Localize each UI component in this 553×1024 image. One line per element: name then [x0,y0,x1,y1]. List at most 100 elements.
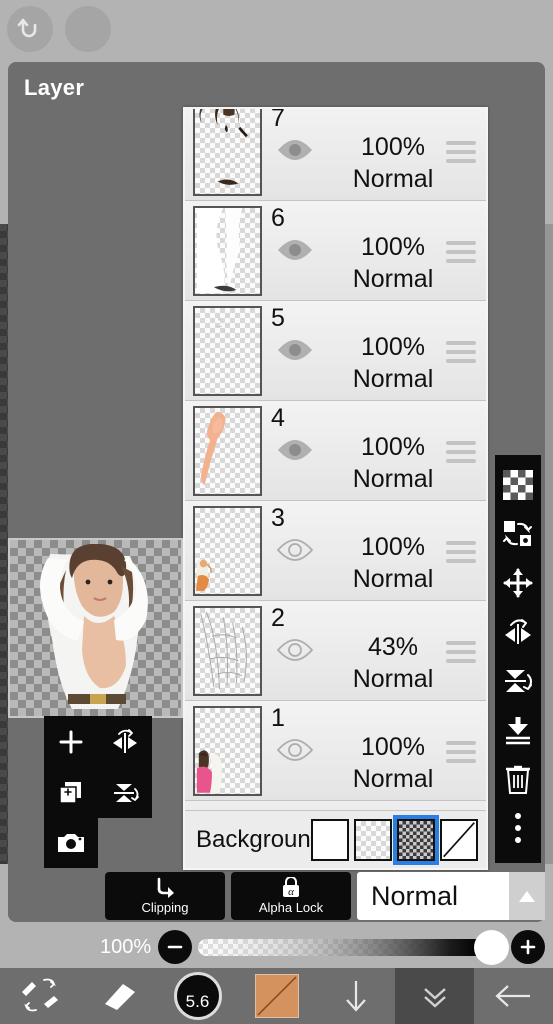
layer-number: 4 [271,404,285,432]
eye-visible-icon [278,440,312,460]
blend-mode-value: Normal [371,880,459,911]
opacity-increase-button[interactable] [511,930,545,964]
layer-visibility-toggle[interactable] [275,637,315,663]
plus-icon [520,939,536,955]
background-swatch-transparent-slash[interactable] [440,819,478,861]
blend-mode-select[interactable]: Normal [357,872,545,920]
bottom-toolbar[interactable]: 5.6 [0,968,553,1024]
layer-thumbnail-art [195,109,260,194]
layer-thumbnail[interactable] [193,406,262,496]
brush-size-button[interactable]: 5.6 [158,968,237,1024]
collapse-panel-button[interactable] [395,968,474,1024]
layer-thumbnail-art [195,608,260,694]
back-button[interactable] [474,968,553,1024]
layer-drag-handle[interactable] [446,141,476,168]
flip-horizontal-button[interactable] [98,716,152,767]
layer-number: 6 [271,204,285,232]
navigator-preview[interactable] [8,538,183,718]
background-swatch-dark-checker[interactable] [393,815,439,865]
layer-visibility-toggle[interactable] [275,537,315,563]
duplicate-layer-button[interactable] [44,767,98,818]
move-button[interactable] [498,564,538,608]
layer-list-panel[interactable]: 7 100% Normal 6 100% Normal 5 100% Normal 4 100% No… [183,107,488,870]
camera-button[interactable] [44,818,98,868]
layer-row[interactable]: 1 100% Normal [185,701,486,801]
layer-thumbnail[interactable] [193,506,262,596]
clipping-button[interactable]: Clipping [105,872,225,920]
layer-visibility-toggle[interactable] [275,437,315,463]
minus-icon [167,945,183,949]
eraser-button[interactable] [79,968,158,1024]
alpha-lock-button[interactable]: α Alpha Lock [231,872,351,920]
navigator-artwork [40,544,148,709]
layer-drag-handle[interactable] [446,541,476,568]
background-row[interactable]: Background [185,810,486,868]
layer-drag-handle[interactable] [446,241,476,268]
layer-opacity-value: 43% [367,633,419,661]
opacity-slider[interactable] [198,929,509,965]
layer-row[interactable]: 5 100% Normal [185,301,486,401]
layer-visibility-toggle[interactable] [275,337,315,363]
right-tool-column[interactable] [495,455,541,863]
double-chevron-down-icon [423,988,446,1008]
brush-eraser-swap-button[interactable] [0,968,79,1024]
move-icon [503,568,533,603]
flip-vertical-button[interactable] [498,662,538,706]
layer-row[interactable]: 2 43% Normal [185,601,486,701]
clipping-label: Clipping [141,900,189,915]
swap-layers-button[interactable] [498,515,538,559]
opacity-decrease-button[interactable] [158,930,192,964]
layer-row[interactable]: 3 100% Normal [185,501,486,601]
redo-button[interactable] [65,6,111,52]
layer-blend-mode: Normal [352,265,434,293]
clipping-arrow-icon [157,877,174,898]
left-tool-cluster[interactable] [44,716,152,818]
alpha-lock-icon: α [283,877,299,898]
layer-blend-mode: Normal [352,465,434,493]
layer-row[interactable]: 7 100% Normal [185,107,486,201]
layer-opacity-value: 100% [361,333,425,361]
eye-visible-icon [278,140,312,160]
more-options-button[interactable] [498,809,538,853]
color-swatch-icon [254,974,299,1018]
layer-drag-handle[interactable] [446,641,476,668]
layer-opacity-value: 100% [361,233,425,261]
layer-opacity-value: 100% [361,533,425,561]
undo-button[interactable] [7,6,53,52]
layer-thumbnail[interactable] [193,109,262,196]
layer-drag-handle[interactable] [446,741,476,768]
delete-layer-button[interactable] [498,760,538,804]
layer-blend-mode: Normal [352,665,434,693]
flip-horizontal-button[interactable] [498,613,538,657]
eye-visible-icon [278,340,312,360]
merge-down-button[interactable] [498,711,538,755]
layer-row[interactable]: 6 100% Normal [185,201,486,301]
checkerboard-icon [503,470,533,505]
add-layer-button[interactable] [44,716,98,767]
layer-number: 7 [271,107,285,132]
layer-visibility-toggle[interactable] [275,137,315,163]
brush-size-value: 5.6 [173,972,222,1020]
layer-drag-handle[interactable] [446,441,476,468]
layer-thumbnail[interactable] [193,606,262,696]
flip-vertical-button[interactable] [98,767,152,818]
blend-mode-arrow[interactable] [509,872,545,920]
layer-opacity-value: 100% [361,433,425,461]
background-swatch-light-checker[interactable] [354,819,392,861]
layer-visibility-toggle[interactable] [275,237,315,263]
layer-visibility-toggle[interactable] [275,737,315,763]
color-swatch-button[interactable] [237,968,316,1024]
opacity-slider-knob[interactable] [474,929,509,965]
layer-list-scroll[interactable]: 7 100% Normal 6 100% Normal 5 100% Normal 4 100% No… [185,107,486,801]
plus-icon [59,730,83,753]
transparency-button[interactable] [498,466,538,510]
layer-drag-handle[interactable] [446,341,476,368]
layer-thumbnail[interactable] [193,706,262,796]
layer-row[interactable]: 4 100% Normal [185,401,486,501]
layer-thumbnail[interactable] [193,206,262,296]
download-button[interactable] [316,968,395,1024]
layer-thumbnail[interactable] [193,306,262,396]
background-swatch-white[interactable] [311,819,349,861]
layer-thumbnail-art [195,308,260,394]
background-swatches[interactable] [311,815,478,865]
